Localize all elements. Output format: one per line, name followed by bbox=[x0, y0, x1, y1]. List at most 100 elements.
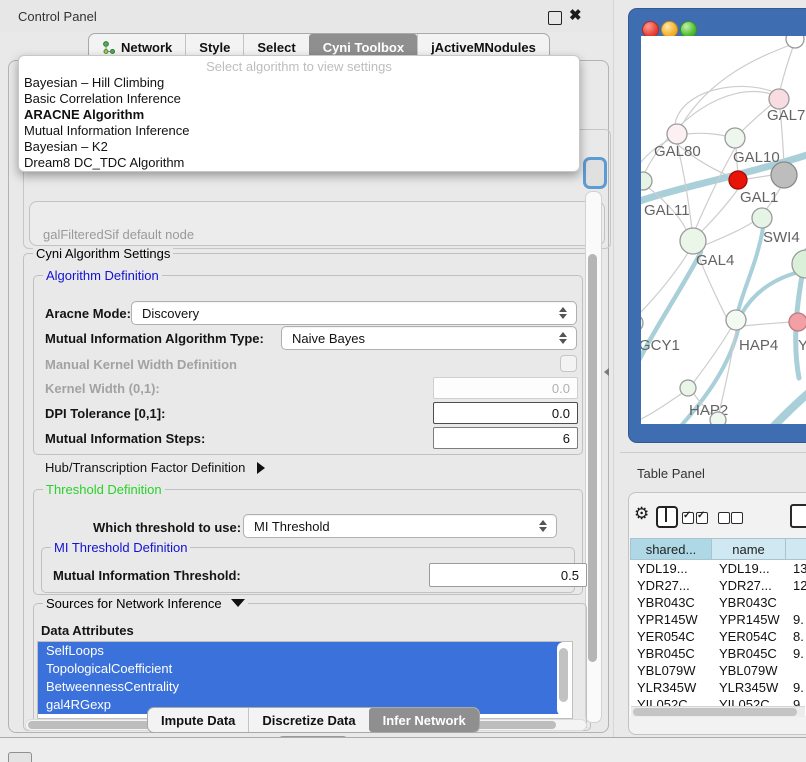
mi-steps-input[interactable]: 6 bbox=[433, 427, 578, 449]
algorithm-option-bayesian-k2[interactable]: Bayesian – K2 bbox=[24, 139, 574, 155]
column-header-name[interactable]: name bbox=[712, 538, 786, 560]
table-cell: 9. bbox=[786, 679, 806, 696]
float-window-icon[interactable] bbox=[548, 11, 562, 25]
dpi-tolerance-input[interactable]: 0.0 bbox=[433, 402, 578, 424]
table-cell: YPR145W bbox=[630, 611, 712, 628]
table-panel-divider bbox=[620, 452, 806, 453]
network-node-gal10[interactable] bbox=[725, 128, 745, 148]
checked-checkbox-icon[interactable] bbox=[682, 512, 694, 524]
hub-definition-label: Hub/Transcription Factor Definition bbox=[45, 460, 245, 475]
mi-threshold-input[interactable]: 0.5 bbox=[429, 563, 587, 587]
algorithm-option-mutual-information-inference[interactable]: Mutual Information Inference bbox=[24, 123, 574, 139]
corner-widget-icon[interactable] bbox=[8, 752, 32, 762]
attribute-item-topologicalcoefficient[interactable]: TopologicalCoefficient bbox=[38, 660, 564, 678]
attribute-item-betweennesscentrality[interactable]: BetweennessCentrality bbox=[38, 678, 564, 696]
node-label-gal80: GAL80 bbox=[654, 143, 701, 160]
settings-gear-icon[interactable]: ⚙ bbox=[634, 505, 649, 522]
table-horizontal-scrollbar[interactable] bbox=[631, 706, 805, 717]
table-cell: 12 bbox=[786, 577, 806, 594]
file-icon[interactable] bbox=[790, 504, 806, 528]
algorithm-option-bayesian-hill-climbing[interactable]: Bayesian – Hill Climbing bbox=[24, 75, 574, 91]
sources-legend-wrap[interactable]: Sources for Network Inference bbox=[43, 596, 248, 611]
table-row[interactable]: YBR045CYBR045C9. bbox=[630, 645, 806, 662]
network-edge bbox=[743, 322, 790, 326]
table-row[interactable]: YBR043CYBR043C bbox=[630, 594, 806, 611]
mi-algorithm-type-value: Naive Bayes bbox=[292, 331, 365, 346]
tab-infer-network[interactable]: Infer Network bbox=[369, 708, 479, 732]
kernel-width-input[interactable]: 0.0 bbox=[433, 377, 578, 399]
checked-checkbox-icon[interactable] bbox=[696, 512, 708, 524]
hidden-combo-focus-button[interactable] bbox=[583, 157, 607, 189]
node-table[interactable]: shared...name YDL19...YDL19...13YDR27...… bbox=[630, 538, 806, 716]
table-cell: 9. bbox=[786, 611, 806, 628]
column-header-shared[interactable]: shared... bbox=[630, 538, 712, 560]
divider-grip-icon[interactable] bbox=[604, 368, 609, 376]
network-node-gcy1[interactable] bbox=[641, 314, 643, 332]
network-canvas[interactable]: GAL7GAL80GAL10GAL1GAL11SWI4GAL4GCY1HAP4Y… bbox=[641, 36, 806, 424]
algorithm-option-dream8-dc-tdc-algorithm[interactable]: Dream8 DC_TDC Algorithm bbox=[24, 155, 574, 171]
network-node[interactable] bbox=[729, 171, 747, 189]
network-graph: GAL7GAL80GAL10GAL1GAL11SWI4GAL4GCY1HAP4Y… bbox=[641, 36, 806, 424]
tab-discretize-data[interactable]: Discretize Data bbox=[248, 708, 368, 732]
table-row[interactable]: YLR345WYLR345W9. bbox=[630, 679, 806, 696]
network-node-y[interactable] bbox=[789, 313, 806, 331]
table-cell bbox=[786, 662, 806, 679]
network-edge bbox=[772, 378, 806, 424]
network-node-hap2[interactable] bbox=[680, 380, 696, 396]
table-horizontal-scrollbar-thumb[interactable] bbox=[633, 708, 797, 716]
mi-algorithm-type-select[interactable]: Naive Bayes bbox=[281, 326, 577, 350]
table-row[interactable]: YBL079WYBL079W bbox=[630, 662, 806, 679]
split-columns-icon[interactable] bbox=[656, 506, 678, 528]
table-cell: YBR045C bbox=[712, 645, 786, 662]
unchecked-checkbox-icon[interactable] bbox=[731, 512, 743, 524]
settings-vertical-scrollbar-thumb[interactable] bbox=[588, 254, 597, 662]
tab-label: Impute Data bbox=[161, 713, 235, 728]
hidden-combo-text: galFilteredSif default node bbox=[43, 227, 194, 242]
network-node-gal7[interactable] bbox=[769, 89, 789, 109]
table-row[interactable]: YPR145WYPR145W9. bbox=[630, 611, 806, 628]
attribute-item-selfloops[interactable]: SelfLoops bbox=[38, 642, 564, 660]
network-node-swi4[interactable] bbox=[752, 208, 772, 228]
table-row[interactable]: YDL19...YDL19...13 bbox=[630, 560, 806, 577]
cyni-algorithm-settings-legend: Cyni Algorithm Settings bbox=[33, 246, 173, 261]
column-header-partial[interactable] bbox=[786, 538, 806, 560]
network-node[interactable] bbox=[771, 162, 797, 188]
settings-vertical-scrollbar[interactable] bbox=[585, 191, 602, 723]
node-label-gal1: GAL1 bbox=[740, 189, 778, 206]
hub-definition-expander[interactable]: Hub/Transcription Factor Definition bbox=[45, 460, 265, 475]
listbox-vertical-scrollbar[interactable] bbox=[557, 642, 570, 716]
algorithm-option-basic-correlation-inference[interactable]: Basic Correlation Inference bbox=[24, 91, 574, 107]
network-edge bbox=[780, 47, 793, 90]
manual-kernel-width-checkbox[interactable] bbox=[560, 355, 577, 372]
network-node-hap4[interactable] bbox=[726, 310, 746, 330]
aracne-mode-select[interactable]: Discovery bbox=[131, 301, 577, 325]
tab-label: Network bbox=[121, 40, 172, 55]
network-node-gal4[interactable] bbox=[680, 228, 706, 254]
table-cell: 13 bbox=[786, 560, 806, 577]
mi-threshold-legend: MI Threshold Definition bbox=[51, 540, 190, 555]
table-cell: YLR345W bbox=[630, 679, 712, 696]
stepper-arrows-icon bbox=[559, 307, 567, 319]
close-icon[interactable]: ✖ bbox=[569, 6, 582, 24]
panel-divider[interactable] bbox=[613, 0, 614, 737]
table-cell: YBR043C bbox=[712, 594, 786, 611]
tab-impute-data[interactable]: Impute Data bbox=[148, 708, 248, 732]
algorithm-dropdown: Select algorithm to view settings Bayesi… bbox=[18, 55, 580, 172]
network-node-gal80[interactable] bbox=[667, 124, 687, 144]
dpi-tolerance-label: DPI Tolerance [0,1]: bbox=[45, 406, 165, 421]
network-node[interactable] bbox=[710, 412, 726, 424]
network-node-gal11[interactable] bbox=[641, 172, 652, 190]
data-attributes-label: Data Attributes bbox=[41, 623, 134, 638]
algorithm-option-aracne-algorithm[interactable]: ARACNE Algorithm bbox=[24, 107, 574, 123]
table-row[interactable]: YER054CYER054C8. bbox=[630, 628, 806, 645]
manual-kernel-width-label: Manual Kernel Width Definition bbox=[45, 357, 237, 372]
node-label-gcy1: GCY1 bbox=[641, 337, 680, 354]
unchecked-checkbox-icon[interactable] bbox=[718, 512, 730, 524]
expand-right-icon bbox=[257, 462, 265, 474]
network-node[interactable] bbox=[786, 36, 804, 48]
which-threshold-select[interactable]: MI Threshold bbox=[243, 514, 557, 538]
listbox-vertical-scrollbar-thumb[interactable] bbox=[559, 648, 568, 702]
table-row[interactable]: YDR27...YDR27...12 bbox=[630, 577, 806, 594]
algorithm-dropdown-items: Bayesian – Hill ClimbingBasic Correlatio… bbox=[24, 75, 574, 171]
sources-legend: Sources for Network Inference bbox=[46, 596, 222, 611]
